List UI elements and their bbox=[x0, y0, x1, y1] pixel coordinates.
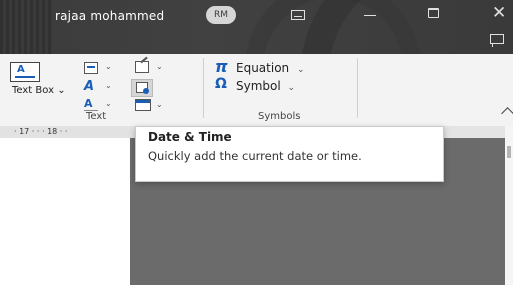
scrollbar-thumb[interactable] bbox=[507, 146, 511, 158]
comments-icon[interactable] bbox=[490, 34, 504, 47]
avatar[interactable]: RM bbox=[206, 6, 236, 24]
equation-icon: π bbox=[215, 57, 228, 76]
signature-line-icon[interactable] bbox=[135, 61, 149, 73]
tooltip-title: Date & Time bbox=[148, 130, 232, 144]
ribbon-insert: A Text Box ⌄ ⌄ A ⌄ A ⌄ ⌄ ⌄ Text π Equati… bbox=[0, 54, 513, 127]
object-icon[interactable] bbox=[135, 99, 151, 111]
equation-label: Equation ⌄ bbox=[236, 61, 305, 75]
chevron-down-icon: ⌄ bbox=[296, 65, 305, 75]
ribbon-display-options-icon[interactable] bbox=[291, 10, 305, 20]
titlebar-decoration-arc bbox=[300, 0, 513, 54]
symbol-icon: Ω bbox=[215, 76, 227, 92]
close-icon[interactable]: ✕ bbox=[492, 4, 506, 22]
titlebar-decoration bbox=[0, 0, 52, 54]
chevron-down-icon[interactable]: ⌄ bbox=[105, 99, 112, 108]
collapse-ribbon-icon[interactable] bbox=[501, 107, 513, 120]
document-page[interactable] bbox=[0, 138, 130, 285]
tooltip: Date & Time Quickly add the current date… bbox=[135, 126, 444, 182]
chevron-down-icon[interactable]: ⌄ bbox=[156, 100, 163, 109]
title-bar: rajaa mohammed RM ✕ bbox=[0, 0, 513, 54]
group-separator bbox=[357, 58, 358, 118]
text-group-label: Text bbox=[86, 111, 107, 122]
horizontal-ruler[interactable]: · 17 · · · 18 · · bbox=[0, 126, 140, 138]
chevron-down-icon: ⌄ bbox=[287, 83, 296, 93]
text-box-icon: A bbox=[10, 62, 40, 82]
text-box-label: Text Box ⌄ bbox=[12, 85, 66, 96]
quick-parts-icon[interactable] bbox=[84, 62, 98, 74]
vertical-scrollbar[interactable] bbox=[505, 126, 513, 285]
minimize-icon[interactable] bbox=[364, 15, 376, 16]
tooltip-description: Quickly add the current date or time. bbox=[148, 149, 362, 163]
chevron-down-icon: ⌄ bbox=[57, 85, 66, 96]
wordart-icon[interactable]: A bbox=[84, 80, 98, 93]
chevron-down-icon[interactable]: ⌄ bbox=[105, 81, 112, 90]
date-time-button[interactable] bbox=[131, 79, 153, 97]
symbols-group-label: Symbols bbox=[258, 111, 301, 122]
account-name[interactable]: rajaa mohammed bbox=[55, 9, 164, 23]
group-separator bbox=[203, 58, 204, 118]
chevron-down-icon[interactable]: ⌄ bbox=[105, 62, 112, 71]
restore-icon[interactable] bbox=[428, 8, 439, 18]
drop-cap-icon[interactable]: A bbox=[84, 98, 98, 111]
chevron-down-icon[interactable]: ⌄ bbox=[156, 62, 163, 71]
symbol-label: Symbol ⌄ bbox=[236, 79, 296, 93]
date-time-icon bbox=[136, 82, 149, 94]
